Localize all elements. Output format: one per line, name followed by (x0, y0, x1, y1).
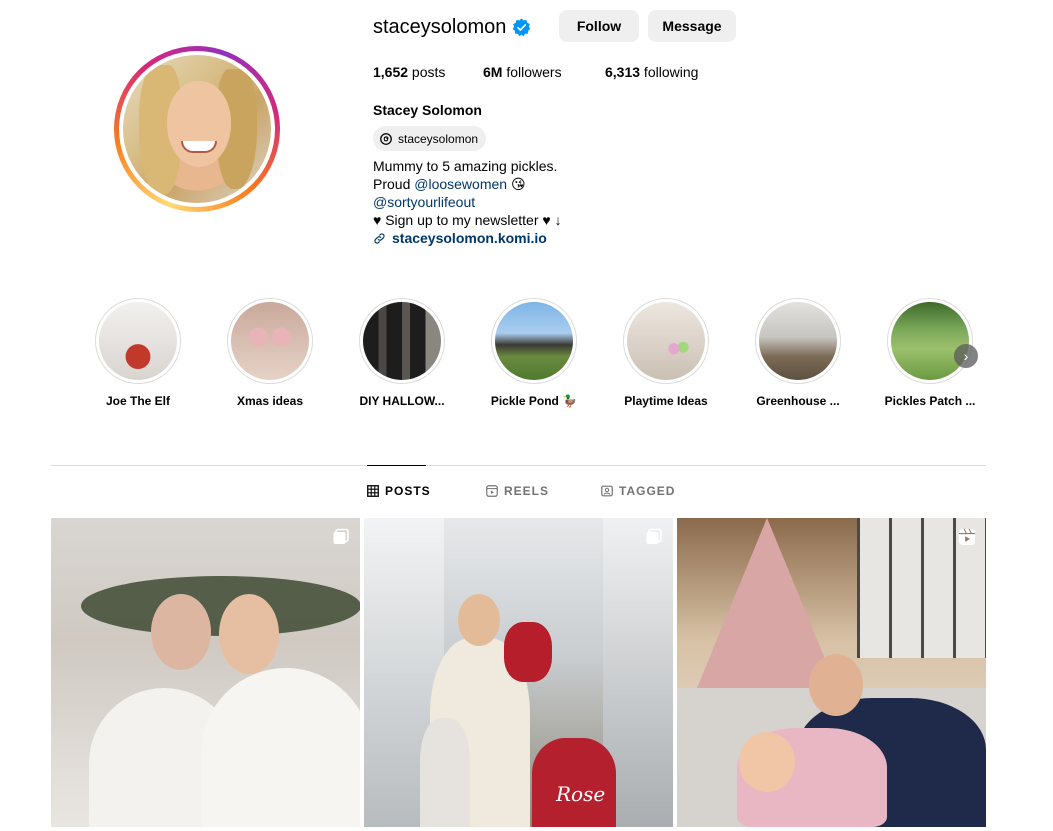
link-icon (374, 232, 385, 244)
highlight-cover (495, 302, 573, 380)
post-thumbnail[interactable] (677, 518, 986, 827)
highlight-ring (623, 298, 709, 384)
tagged-user-icon (601, 485, 613, 497)
story-highlight[interactable]: Xmas ideas (227, 298, 313, 408)
tab-reels[interactable]: REELS (486, 484, 549, 498)
bio-text: Proud (373, 176, 415, 192)
highlight-label: Xmas ideas (236, 394, 304, 408)
mention-link[interactable]: @sortyourlifeout (373, 193, 475, 211)
story-highlight[interactable]: Playtime Ideas (623, 298, 709, 408)
grid-icon (367, 485, 379, 497)
tab-label: REELS (504, 484, 550, 498)
posts-count-label: posts (408, 64, 446, 80)
post-thumbnail[interactable]: Rose (364, 518, 673, 827)
bio-link-row: staceysolomon.komi.io (373, 229, 547, 247)
story-highlight[interactable]: Joe The Elf (95, 298, 181, 408)
highlight-ring (887, 298, 973, 384)
follow-button[interactable]: Follow (559, 10, 639, 42)
carousel-icon (646, 528, 662, 544)
profile-full-name: Stacey Solomon (373, 102, 482, 118)
chevron-right-icon[interactable]: › (954, 344, 978, 368)
reel-icon (959, 528, 975, 545)
followers-count-label: followers (502, 64, 562, 80)
active-tab-indicator (367, 465, 426, 466)
posts-count-value: 1,652 (373, 64, 409, 80)
tab-label: POSTS (385, 484, 431, 498)
mention-link[interactable]: @loosewomen (414, 176, 507, 192)
photo-face (458, 594, 500, 646)
photo-child (504, 622, 552, 682)
followers-count[interactable]: 6M followers (483, 64, 562, 80)
tab-posts[interactable]: POSTS (367, 484, 431, 498)
highlight-ring (95, 298, 181, 384)
highlight-ring (359, 298, 445, 384)
sweater-text: Rose (556, 782, 606, 806)
bio-line: ♥ Sign up to my newsletter ♥ ↓ (373, 212, 562, 228)
photo-child (420, 718, 470, 827)
avatar[interactable] (123, 55, 271, 203)
following-count-value: 6,313 (605, 64, 641, 80)
verified-badge-icon (512, 18, 531, 37)
highlight-cover (363, 302, 441, 380)
highlight-label: Pickles Patch ... (884, 394, 976, 408)
photo-face (809, 654, 863, 716)
threads-handle: staceysolomon (398, 131, 479, 146)
tabs-divider (51, 465, 986, 466)
highlight-cover (891, 302, 969, 380)
highlight-cover (99, 302, 177, 380)
highlight-ring (755, 298, 841, 384)
photo-face (739, 732, 795, 792)
profile-username[interactable]: staceysolomon (373, 16, 506, 39)
carousel-icon (333, 528, 349, 544)
external-link[interactable]: staceysolomon.komi.io (392, 229, 547, 247)
following-count-label: following (640, 64, 699, 80)
post-thumbnail[interactable] (51, 518, 360, 827)
bio-line: Proud @loosewomen 😘 (373, 175, 526, 193)
threads-icon (380, 132, 392, 145)
following-count[interactable]: 6,313 following (605, 64, 698, 80)
highlight-cover (627, 302, 705, 380)
followers-count-value: 6M (483, 64, 503, 80)
avatar-face (167, 81, 231, 167)
highlight-label: Playtime Ideas (624, 394, 708, 408)
tab-tagged[interactable]: TAGGED (601, 484, 675, 498)
highlight-ring (227, 298, 313, 384)
story-highlight[interactable]: Pickle Pond 🦆 (491, 298, 577, 408)
threads-badge[interactable]: staceysolomon (373, 126, 487, 151)
posts-count: 1,652 posts (373, 64, 445, 80)
photo-face (219, 594, 279, 674)
bio-line: Mummy to 5 amazing pickles. (373, 158, 558, 174)
highlight-ring (491, 298, 577, 384)
profile-avatar-ring[interactable] (114, 46, 280, 212)
kiss-emoji-icon: 😘 (510, 176, 526, 192)
message-button[interactable]: Message (648, 10, 736, 42)
highlight-cover (231, 302, 309, 380)
avatar-border (119, 51, 275, 207)
story-highlight[interactable]: Pickles Patch ... (885, 298, 975, 408)
highlight-label: Pickle Pond 🦆 (490, 394, 578, 408)
highlight-label: Greenhouse ... (756, 394, 840, 408)
story-highlight[interactable]: DIY HALLOW... (359, 298, 445, 408)
highlight-label: Joe The Elf (105, 394, 170, 408)
tab-label: TAGGED (619, 484, 676, 498)
photo-person (201, 668, 360, 827)
highlight-label: DIY HALLOW... (359, 394, 445, 408)
highlight-cover (759, 302, 837, 380)
photo-face (151, 594, 211, 670)
story-highlight[interactable]: Greenhouse ... (755, 298, 841, 408)
reels-icon (486, 485, 498, 497)
